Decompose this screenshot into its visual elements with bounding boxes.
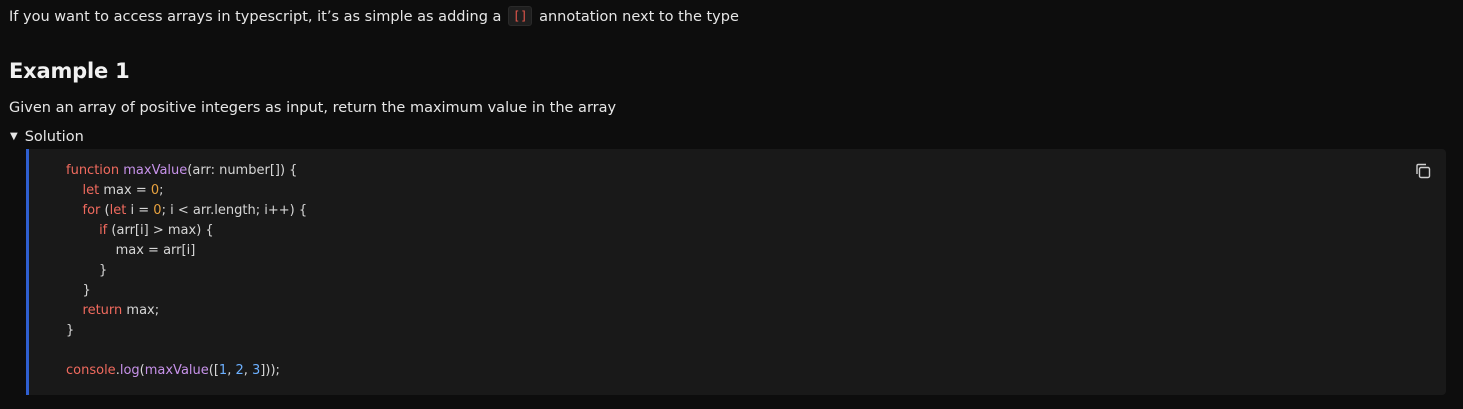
code-block[interactable]: function maxValue(arr: number[]) { let m… xyxy=(26,149,1446,395)
code-content[interactable]: function maxValue(arr: number[]) { let m… xyxy=(66,161,307,381)
code-line: if (arr[i] > max) { xyxy=(99,223,214,238)
solution-toggle-label: Solution xyxy=(24,129,84,145)
triangle-down-icon: ▼ xyxy=(10,131,18,142)
code-line: console.log(maxValue([1, 2, 3])); xyxy=(66,363,280,378)
inline-code: [] xyxy=(508,6,533,26)
code-line: function maxValue(arr: number[]) { xyxy=(66,163,298,178)
code-line: for (let i = 0; i < arr.length; i++) { xyxy=(82,203,308,218)
intro-text-after: annotation next to the type xyxy=(539,9,739,25)
section-heading: Example 1 xyxy=(9,59,130,83)
intro-text-before: If you want to access arrays in typescri… xyxy=(9,9,502,25)
code-line: } xyxy=(66,283,91,298)
code-line: } xyxy=(66,263,108,278)
copy-button[interactable] xyxy=(1414,162,1432,180)
section-description: Given an array of positive integers as i… xyxy=(9,100,617,116)
code-line: max = arr[i] xyxy=(115,243,196,258)
copy-icon xyxy=(1416,163,1431,179)
solution-toggle[interactable]: ▼ Solution xyxy=(9,126,84,148)
code-line: } xyxy=(66,323,75,338)
page: If you want to access arrays in typescri… xyxy=(0,0,1463,409)
intro-paragraph: If you want to access arrays in typescri… xyxy=(9,6,1454,28)
code-line: let max = 0; xyxy=(82,183,164,198)
code-line: return max; xyxy=(82,303,160,318)
